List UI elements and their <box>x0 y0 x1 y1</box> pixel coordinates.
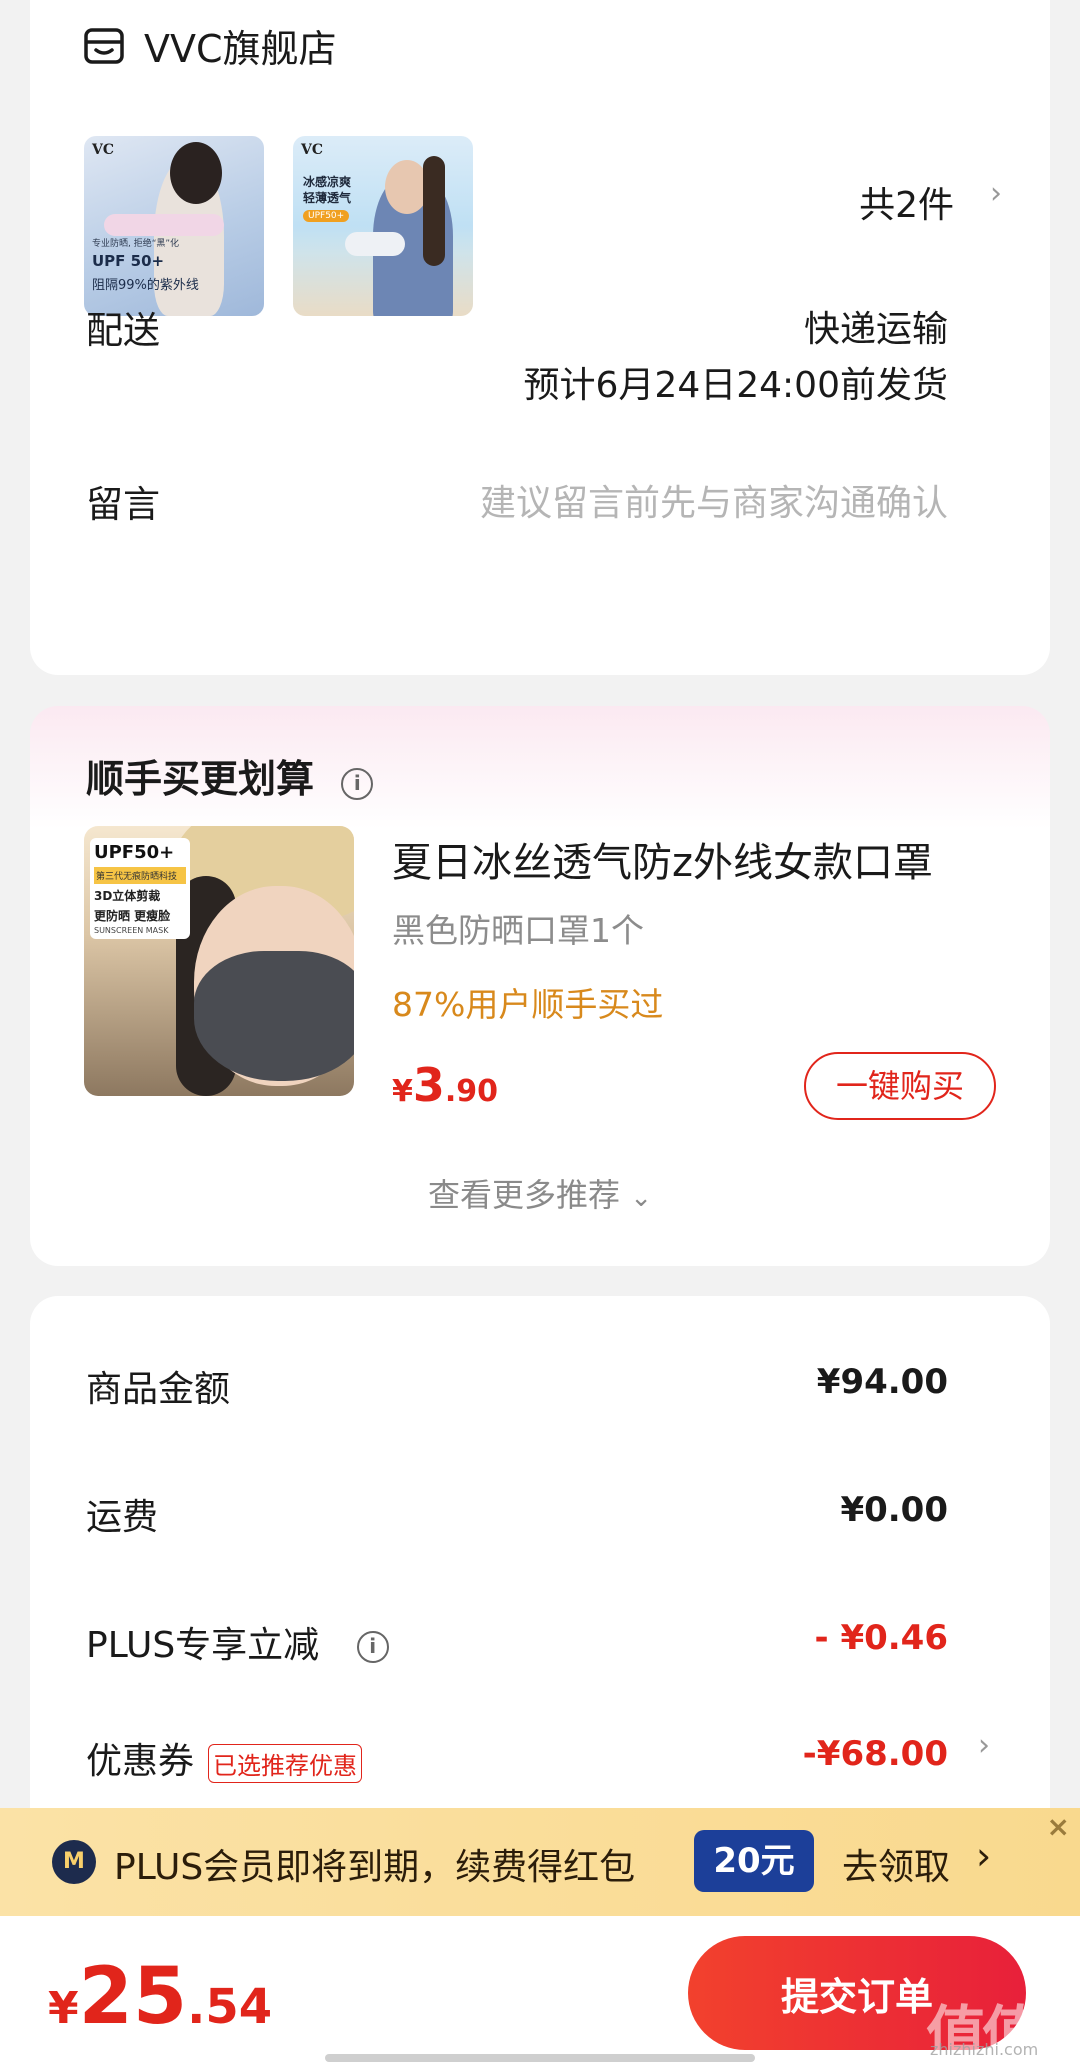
info-icon[interactable]: i <box>356 1631 389 1663</box>
plus-discount-value: - ¥0.46 <box>814 1618 949 1658</box>
product-thumbnail-1[interactable]: VC 专业防晒, 拒绝“黑”化 UPF 50+ 阻隔99%的紫外线 <box>84 136 264 316</box>
arm-sleeve <box>345 232 405 256</box>
store-card: VVC旗舰店 VC 专业防晒, 拒绝“黑”化 UPF 50+ 阻隔99%的紫外线… <box>30 0 1050 675</box>
view-more-recommendations[interactable]: 查看更多推荐 ⌄ <box>30 1170 1050 1216</box>
chevron-right-icon[interactable]: › <box>990 176 1002 211</box>
total-price: ¥25.54 <box>48 1952 272 2042</box>
shipping-fee-value: ¥0.00 <box>840 1490 948 1530</box>
brand-logo: VC <box>92 142 115 158</box>
mask-line1: 3D立体剪裁 <box>94 889 161 903</box>
coupon-value[interactable]: -¥68.00 <box>803 1734 948 1774</box>
plus-logo-icon: M <box>52 1840 96 1884</box>
mask-upf: UPF50+ <box>94 842 175 863</box>
recommended-product-name[interactable]: 夏日冰丝透气防z外线女款口罩 <box>392 830 933 888</box>
thumb1-tagline: 专业防晒, 拒绝“黑”化 <box>92 239 180 249</box>
recommendation-card: 顺手买更划算 i UPF50+ 第三代无痕防晒科技 3D立体剪裁 更防晒 更瘦脸… <box>30 706 1050 1266</box>
mask-product-image[interactable]: UPF50+ 第三代无痕防晒科技 3D立体剪裁 更防晒 更瘦脸 SUNSCREE… <box>84 826 354 1096</box>
goods-amount-label: 商品金额 <box>86 1369 231 1410</box>
plus-renewal-banner[interactable]: M PLUS会员即将到期，续费得红包 20元 去领取 › × <box>0 1808 1080 1916</box>
shipping-fee-label: 运费 <box>86 1497 159 1538</box>
message-label: 留言 <box>86 483 160 526</box>
mask-label-box: UPF50+ 第三代无痕防晒科技 3D立体剪裁 更防晒 更瘦脸 SUNSCREE… <box>90 838 190 939</box>
shipping-method[interactable]: 快递运输 <box>804 300 948 352</box>
item-count[interactable]: 共2件 <box>859 176 954 228</box>
thumb1-block: 阻隔99%的紫外线 <box>92 278 199 293</box>
shipping-eta: 预计6月24日24:00前发货 <box>523 365 948 406</box>
info-icon[interactable]: i <box>341 768 374 800</box>
model-braid <box>423 156 445 266</box>
view-more-label: 查看更多推荐 <box>428 1176 621 1214</box>
shipping-label: 配送 <box>86 309 160 352</box>
product-thumbnail-2[interactable]: VC 冰感凉爽轻薄透气 UPF50+ <box>293 136 473 316</box>
mask-line2: 更防晒 更瘦脸 <box>94 909 171 923</box>
arm-sleeve <box>104 214 224 236</box>
price-summary-card: 商品金额 ¥94.00 运费 ¥0.00 PLUS专享立减 i - ¥0.46 … <box>30 1296 1050 1856</box>
thumb2-badge: UPF50+ <box>303 210 350 222</box>
recommended-product-price: ¥3.90 <box>392 1058 498 1112</box>
plus-banner-text: PLUS会员即将到期，续费得红包 <box>114 1847 636 1888</box>
chevron-right-icon[interactable]: › <box>978 1728 990 1763</box>
home-indicator[interactable] <box>325 2054 755 2062</box>
brand-logo: VC <box>301 142 324 158</box>
thumb2-cool-line1: 冰感凉爽 <box>303 175 352 189</box>
store-name: VVC旗舰店 <box>144 27 337 71</box>
thumb2-cool: 冰感凉爽 轻薄透气 <box>303 174 351 206</box>
plus-claim-link[interactable]: 去领取 <box>842 1838 950 1890</box>
close-icon[interactable]: × <box>1047 1810 1070 1843</box>
total-decimal: .54 <box>187 1979 273 2035</box>
watermark-url: zhizhizhi.com <box>930 2040 1039 2059</box>
recommendation-title-text: 顺手买更划算 <box>86 757 315 801</box>
total-integer: 25 <box>78 1952 188 2042</box>
message-input[interactable]: 建议留言前先与商家沟通确认 <box>480 474 948 526</box>
chevron-right-icon[interactable]: › <box>976 1834 991 1878</box>
goods-amount-value: ¥94.00 <box>816 1362 948 1402</box>
store-header[interactable]: VVC旗舰店 <box>82 18 337 73</box>
one-click-buy-button[interactable]: 一键购买 <box>804 1052 996 1120</box>
recommended-product-stat: 87%用户顺手买过 <box>392 985 664 1024</box>
thumb1-upf: UPF 50+ <box>92 252 165 270</box>
checkout-bar: ¥25.54 提交订单 值值值 zhizhizhi.com <box>0 1916 1080 2065</box>
coupon-tag: 已选推荐优惠 <box>208 1743 363 1783</box>
price-decimal: .90 <box>444 1074 499 1109</box>
coupon-label-text: 优惠券 <box>86 1741 195 1782</box>
chevron-down-icon: ⌄ <box>630 1183 652 1213</box>
total-symbol: ¥ <box>48 1983 79 2034</box>
plus-discount-label: PLUS专享立减 i <box>86 1616 389 1668</box>
plus-discount-text: PLUS专享立减 <box>86 1625 320 1666</box>
recommendation-title: 顺手买更划算 i <box>86 748 374 803</box>
mask-en: SUNSCREEN MASK <box>94 926 169 935</box>
mask-tag: 第三代无痕防晒科技 <box>94 867 186 884</box>
thumb2-cool-line2: 轻薄透气 <box>303 191 352 205</box>
plus-red-packet-amount: 20元 <box>694 1830 814 1892</box>
price-symbol: ¥ <box>392 1074 413 1109</box>
mask-shape <box>194 951 354 1081</box>
model-hair <box>170 142 222 204</box>
coupon-label[interactable]: 优惠券 已选推荐优惠 <box>86 1732 363 1784</box>
price-integer: 3 <box>412 1058 445 1112</box>
recommended-product-spec: 黑色防晒口罩1个 <box>392 911 644 950</box>
store-icon <box>84 27 124 64</box>
